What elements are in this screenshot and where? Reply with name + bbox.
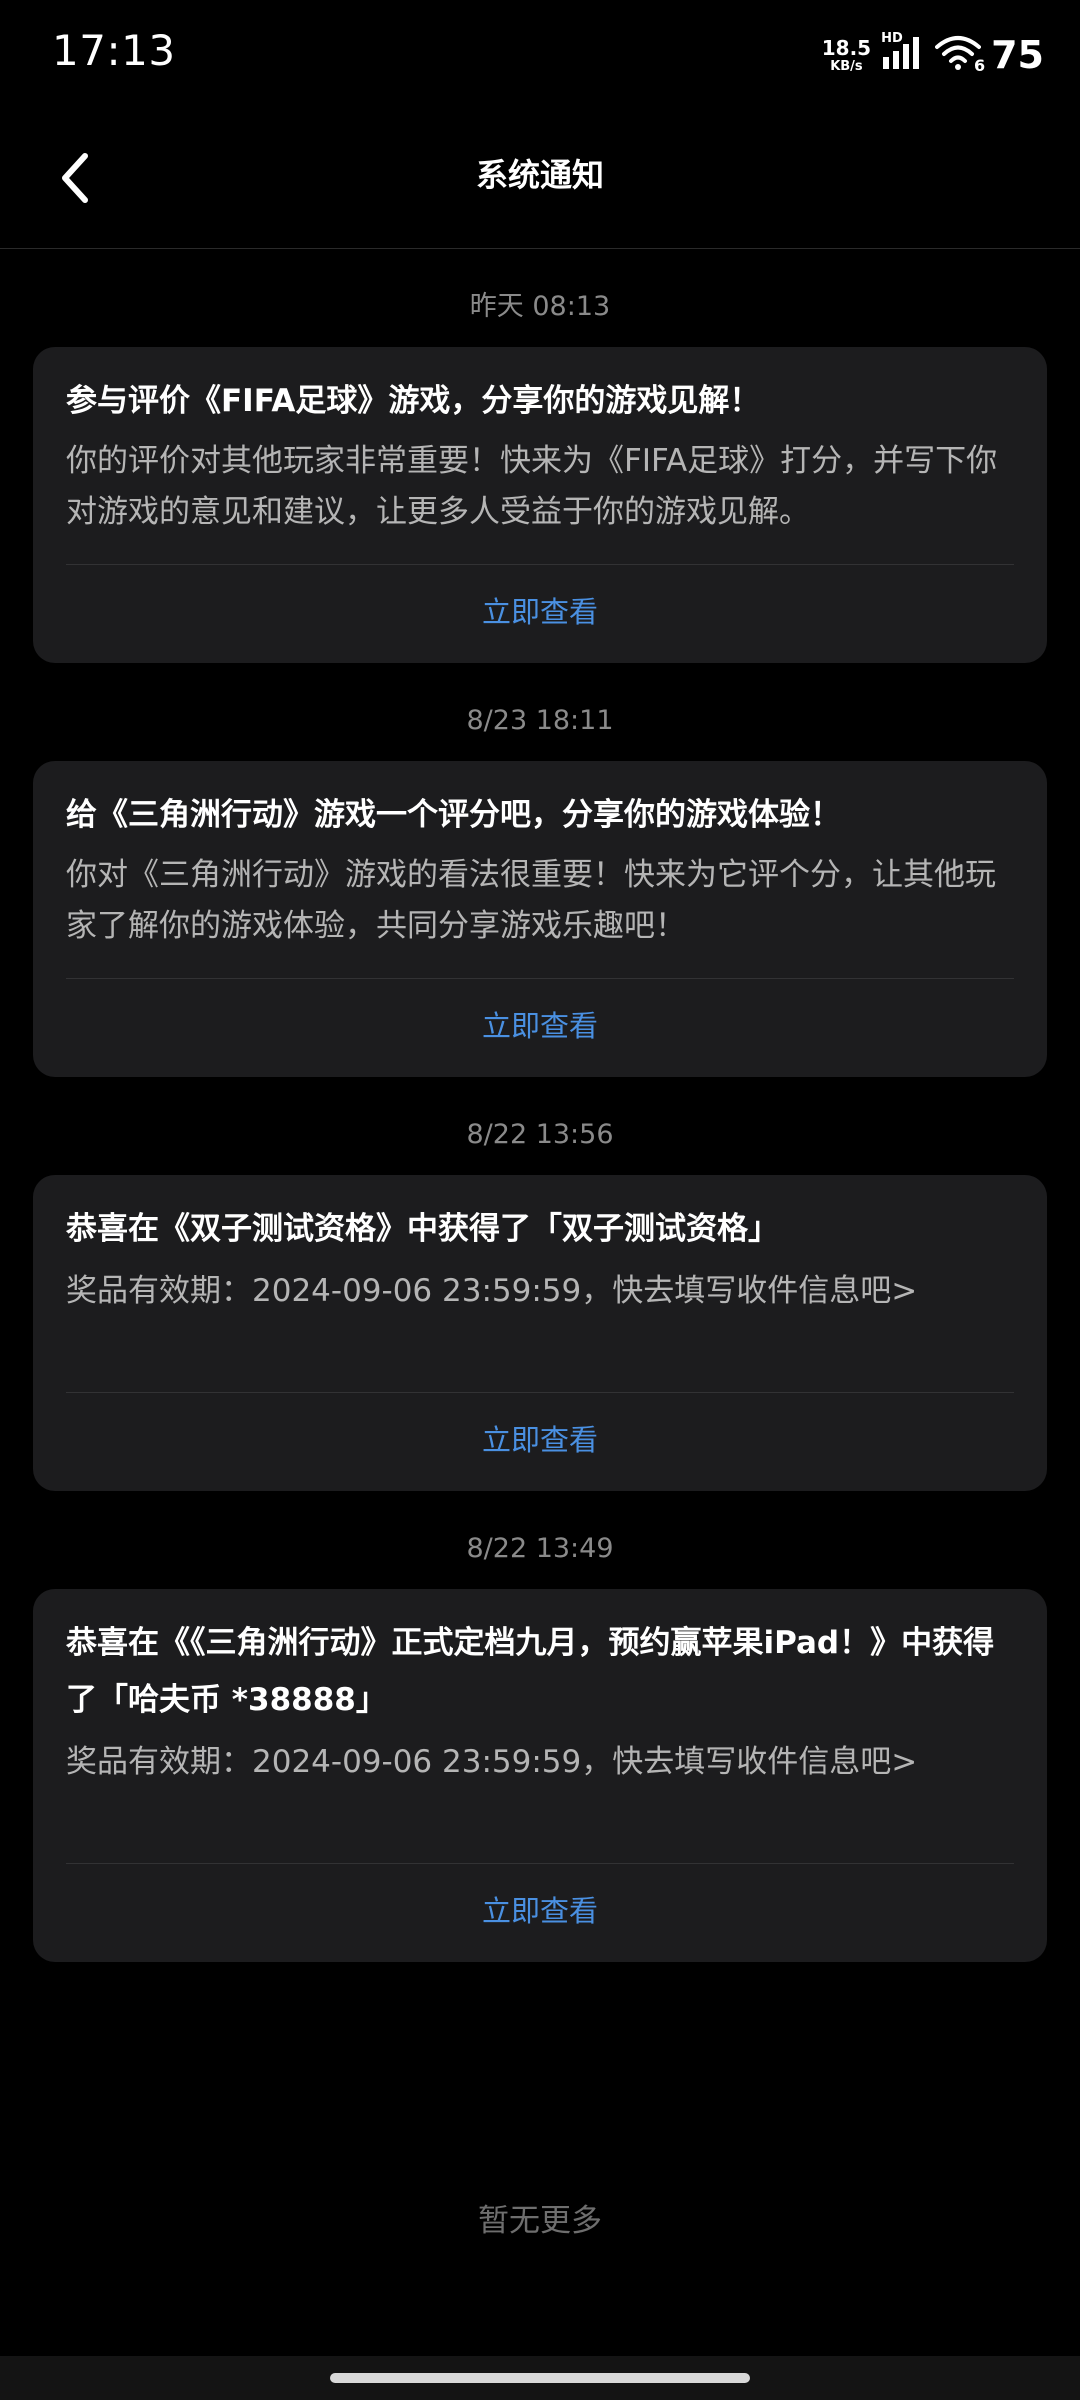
view-now-button[interactable]: 立即查看 <box>66 1393 1014 1491</box>
notification-item: 昨天 08:13 参与评价《FIFA足球》游戏，分享你的游戏见解！ 你的评价对其… <box>0 291 1080 663</box>
notification-timestamp: 昨天 08:13 <box>469 291 611 322</box>
notification-card: 给《三角洲行动》游戏一个评分吧，分享你的游戏体验！ 你对《三角洲行动》游戏的看法… <box>33 761 1047 1077</box>
prize-claim-link[interactable]: 奖品有效期：2024-09-06 23:59:59，快去填写收件信息吧> <box>66 1737 1014 1837</box>
notification-title: 给《三角洲行动》游戏一个评分吧，分享你的游戏体验！ <box>66 797 841 833</box>
notification-body: 你对《三角洲行动》游戏的看法很重要！快来为它评个分，让其他玩家了解你的游戏体验，… <box>66 857 996 944</box>
notification-card: 恭喜在《双子测试资格》中获得了「双子测试资格」 奖品有效期：2024-09-06… <box>33 1175 1047 1491</box>
notification-card: 恭喜在《《三角洲行动》正式定档九月，预约赢苹果iPad！》中获得了「哈夫币 *3… <box>33 1589 1047 1962</box>
network-speed: 18.5 KB/s <box>822 38 871 73</box>
wifi-6-badge: 6 <box>973 56 986 75</box>
network-speed-value: 18.5 <box>821 35 872 60</box>
notification-body: 你的评价对其他玩家非常重要！快来为《FIFA足球》打分，并写下你对游戏的意见和建… <box>66 443 998 530</box>
status-time: 17:13 <box>52 26 176 75</box>
notification-title: 参与评价《FIFA足球》游戏，分享你的游戏见解！ <box>66 383 761 419</box>
hd-label: HD <box>881 31 903 46</box>
notification-list: 昨天 08:13 参与评价《FIFA足球》游戏，分享你的游戏见解！ 你的评价对其… <box>0 249 1080 1962</box>
prize-claim-link[interactable]: 奖品有效期：2024-09-06 23:59:59，快去填写收件信息吧> <box>66 1266 1014 1366</box>
cell-signal-icon: HD <box>881 31 921 75</box>
wifi-icon: 6 <box>935 35 985 75</box>
notification-title: 恭喜在《双子测试资格》中获得了「双子测试资格」 <box>66 1211 779 1247</box>
notification-item: 8/22 13:56 恭喜在《双子测试资格》中获得了「双子测试资格」 奖品有效期… <box>0 1119 1080 1491</box>
navigation-bar <box>0 2356 1080 2400</box>
no-more-label: 暂无更多 <box>478 2203 602 2239</box>
view-now-button[interactable]: 立即查看 <box>66 1864 1014 1962</box>
notification-item: 8/22 13:49 恭喜在《《三角洲行动》正式定档九月，预约赢苹果iPad！》… <box>0 1533 1080 1962</box>
page-title: 系统通知 <box>475 156 604 194</box>
notification-timestamp: 8/23 18:11 <box>466 705 614 736</box>
notification-timestamp: 8/22 13:56 <box>466 1119 614 1150</box>
battery-level: 75 <box>991 33 1044 77</box>
notification-title: 恭喜在《《三角洲行动》正式定档九月，预约赢苹果iPad！》中获得了「哈夫币 *3… <box>66 1625 995 1718</box>
network-speed-unit: KB/s <box>830 58 863 74</box>
status-icons: 18.5 KB/s HD 6 75 <box>822 30 1044 80</box>
notification-timestamp: 8/22 13:49 <box>466 1533 614 1564</box>
view-now-button[interactable]: 立即查看 <box>66 565 1014 663</box>
status-bar: 17:13 18.5 KB/s HD 6 75 <box>0 0 1080 110</box>
notification-item: 8/23 18:11 给《三角洲行动》游戏一个评分吧，分享你的游戏体验！ 你对《… <box>0 705 1080 1077</box>
home-indicator[interactable] <box>330 2373 750 2383</box>
notification-card: 参与评价《FIFA足球》游戏，分享你的游戏见解！ 你的评价对其他玩家非常重要！快… <box>33 347 1047 663</box>
view-now-button[interactable]: 立即查看 <box>66 979 1014 1077</box>
page-header: 系统通知 <box>0 110 1080 249</box>
